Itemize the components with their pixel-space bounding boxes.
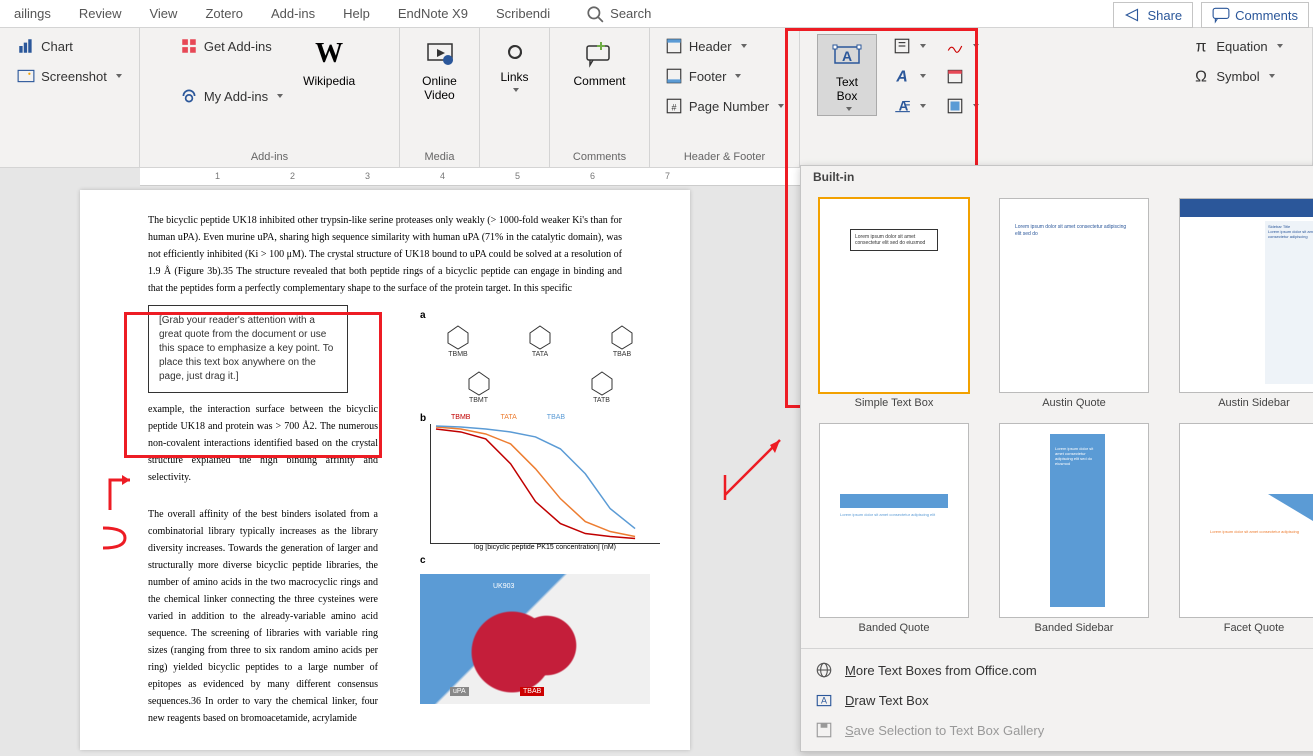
- paragraph-1[interactable]: The bicyclic peptide UK18 inhibited othe…: [148, 212, 622, 297]
- tab-view[interactable]: View: [135, 2, 191, 25]
- signature-button[interactable]: [942, 34, 983, 58]
- text-box-gallery: Built-in Lorem ipsum dolor sit amet cons…: [800, 165, 1313, 752]
- new-comment-icon: [583, 38, 615, 70]
- gallery-item-banded-quote[interactable]: Lorem ipsum dolor sit amet consectetur a…: [819, 423, 969, 634]
- chem-structure: TATA: [510, 321, 570, 361]
- page-number-icon: #: [665, 97, 683, 115]
- my-addins-icon: [180, 87, 198, 105]
- media-group-label: Media: [425, 151, 455, 165]
- chem-structure: TBMB: [428, 321, 488, 361]
- search-box[interactable]: Search: [572, 1, 665, 27]
- screenshot-icon: [17, 67, 35, 85]
- tab-zotero[interactable]: Zotero: [191, 2, 257, 25]
- text-box-icon: A: [831, 39, 863, 71]
- drop-cap-icon: A: [893, 97, 911, 115]
- get-addins-button[interactable]: Get Add-ins: [176, 34, 276, 58]
- page-number-button[interactable]: # Page Number: [661, 94, 788, 118]
- svg-text:Ω: Ω: [1195, 69, 1207, 85]
- comment-icon: [1212, 6, 1230, 24]
- signature-icon: [946, 37, 964, 55]
- header-button[interactable]: Header: [661, 34, 751, 58]
- drop-cap-button[interactable]: A: [889, 94, 930, 118]
- draw-text-box-menu[interactable]: A Draw Text Box: [801, 685, 1313, 715]
- ribbon: Chart Screenshot Get Add-ins My Add-ins: [0, 28, 1313, 168]
- save-gallery-icon: [815, 721, 833, 739]
- chem-structure: TATB: [572, 367, 632, 407]
- symbol-button[interactable]: Ω Symbol: [1188, 64, 1278, 88]
- chart-button[interactable]: Chart: [13, 34, 77, 58]
- date-icon: [946, 67, 964, 85]
- tab-review[interactable]: Review: [65, 2, 136, 25]
- screenshot-button[interactable]: Screenshot: [13, 64, 126, 88]
- wordart-icon: A: [893, 67, 911, 85]
- footer-button[interactable]: Footer: [661, 64, 746, 88]
- svg-text:A: A: [842, 48, 852, 64]
- figure-panel: a TBMB TATA TBAB TBMT TATB b TBMB TATA: [420, 310, 660, 704]
- tab-scribendi[interactable]: Scribendi: [482, 2, 564, 25]
- quick-parts-button[interactable]: [889, 34, 930, 58]
- chem-structure: TBMT: [449, 367, 509, 407]
- document-page[interactable]: The bicyclic peptide UK18 inhibited othe…: [80, 190, 690, 750]
- wordart-button[interactable]: A: [889, 64, 930, 88]
- equation-icon: π: [1192, 37, 1210, 55]
- chart-icon: [17, 37, 35, 55]
- store-icon: [180, 37, 198, 55]
- text-box-button[interactable]: A Text Box: [817, 34, 877, 116]
- wikipedia-icon: W: [315, 38, 343, 70]
- wikipedia-button[interactable]: W Wikipedia: [295, 34, 363, 92]
- video-icon: [424, 38, 456, 70]
- headerfooter-group-label: Header & Footer: [684, 151, 765, 165]
- gallery-item-facet-quote[interactable]: Lorem ipsum dolor sit amet consectetur a…: [1179, 423, 1313, 634]
- search-label: Search: [610, 6, 651, 21]
- tab-endnote[interactable]: EndNote X9: [384, 2, 482, 25]
- addins-group-label: Add-ins: [251, 151, 288, 165]
- protein-structure: UK903 uPA TBAB: [420, 574, 650, 704]
- share-icon: [1124, 6, 1142, 24]
- fig-label-a: a: [420, 310, 660, 321]
- paragraph-3[interactable]: The overall affinity of the best binders…: [148, 506, 378, 727]
- gallery-item-austin-quote[interactable]: Lorem ipsum dolor sit amet consectetur a…: [999, 198, 1149, 409]
- paragraph-2[interactable]: example, the interaction surface between…: [148, 401, 378, 486]
- quick-parts-icon: [893, 37, 911, 55]
- gallery-item-banded-sidebar[interactable]: Lorem ipsum dolor sit amet consectetur a…: [999, 423, 1149, 634]
- my-addins-button[interactable]: My Add-ins: [176, 84, 287, 108]
- comments-group-label: Comments: [573, 151, 626, 165]
- svg-text:π: π: [1196, 39, 1207, 55]
- tab-help[interactable]: Help: [329, 2, 384, 25]
- inserted-text-box[interactable]: [Grab your reader's attention with a gre…: [148, 305, 348, 393]
- comments-button[interactable]: Comments: [1201, 2, 1309, 28]
- online-video-button[interactable]: Online Video: [410, 34, 470, 106]
- more-text-boxes-menu[interactable]: More Text Boxes from Office.com: [801, 655, 1313, 685]
- gallery-item-simple-text-box[interactable]: Lorem ipsum dolor sit amet consectetur e…: [819, 198, 969, 409]
- gallery-item-austin-sidebar[interactable]: Sidebar TitleLorem ipsum dolor sit amet …: [1179, 198, 1313, 409]
- link-icon: [501, 38, 529, 66]
- date-time-button[interactable]: [942, 64, 968, 88]
- draw-textbox-icon: A: [815, 691, 833, 709]
- save-selection-menu[interactable]: Save Selection to Text Box Gallery: [801, 715, 1313, 745]
- chem-structure: TBAB: [592, 321, 652, 361]
- links-button[interactable]: Links: [485, 34, 545, 96]
- equation-button[interactable]: π Equation: [1188, 34, 1286, 58]
- ribbon-tabs: ailings Review View Zotero Add-ins Help …: [0, 0, 1313, 28]
- header-icon: [665, 37, 683, 55]
- tab-addins[interactable]: Add-ins: [257, 2, 329, 25]
- symbol-icon: Ω: [1192, 67, 1210, 85]
- search-icon: [586, 5, 604, 23]
- fig-label-c: c: [420, 555, 660, 566]
- object-icon: [946, 97, 964, 115]
- tab-mailings[interactable]: ailings: [0, 2, 65, 25]
- footer-icon: [665, 67, 683, 85]
- comment-button[interactable]: Comment: [565, 34, 633, 92]
- chart-xlabel: log [bicyclic peptide PK15 concentration…: [430, 544, 660, 551]
- dose-response-chart: TBMB TATA TBAB: [430, 424, 660, 544]
- gallery-section-header: Built-in: [801, 166, 1313, 188]
- svg-text:A: A: [895, 69, 907, 85]
- globe-icon: [815, 661, 833, 679]
- svg-text:A: A: [821, 695, 827, 705]
- svg-text:#: #: [671, 103, 676, 113]
- share-button[interactable]: Share: [1113, 2, 1193, 28]
- object-button[interactable]: [942, 94, 983, 118]
